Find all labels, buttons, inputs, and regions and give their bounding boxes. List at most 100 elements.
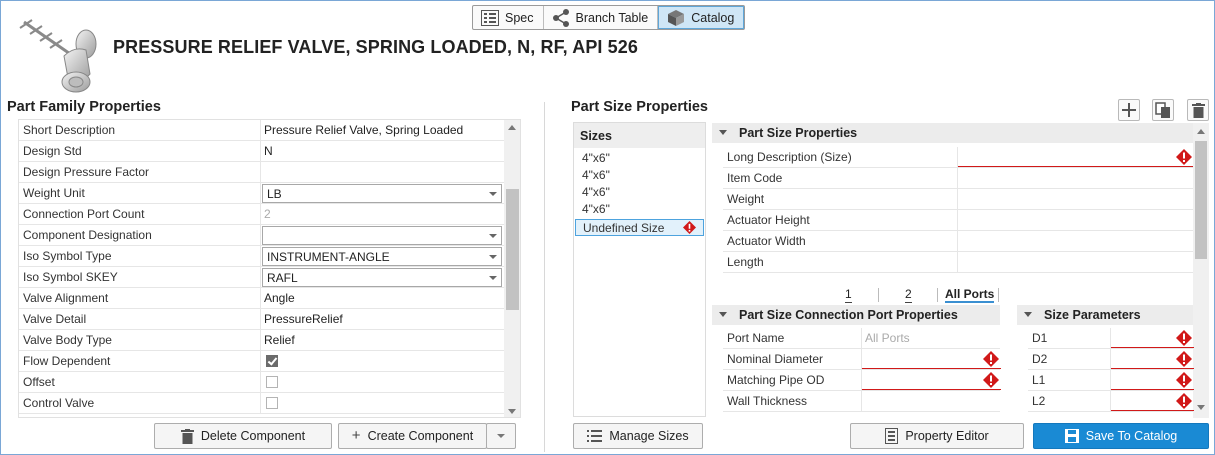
param-value-cell[interactable] bbox=[1110, 328, 1194, 349]
property-combo[interactable] bbox=[262, 226, 502, 245]
size-item[interactable]: 4"x6" bbox=[582, 168, 610, 182]
scroll-down-icon[interactable] bbox=[508, 409, 516, 414]
property-value: 2 bbox=[264, 207, 271, 221]
size-item[interactable]: 4"x6" bbox=[582, 185, 610, 199]
property-value-cell[interactable] bbox=[861, 391, 1000, 412]
chevron-down-icon[interactable] bbox=[489, 255, 497, 259]
property-row-valve-alignment: Valve Alignment Angle bbox=[19, 288, 504, 309]
size-property-row-actuator-height: Actuator Height bbox=[723, 210, 1193, 231]
placeholder-text: All Ports bbox=[865, 331, 910, 345]
property-value-cell[interactable] bbox=[957, 147, 1194, 168]
param-name: L2 bbox=[1032, 394, 1046, 408]
collapse-icon bbox=[719, 312, 727, 317]
add-size-button[interactable] bbox=[1118, 99, 1140, 121]
part-family-title: Part Family Properties bbox=[7, 99, 161, 115]
create-component-dropdown[interactable] bbox=[486, 423, 516, 449]
param-value-cell[interactable] bbox=[1110, 391, 1194, 412]
cube-icon bbox=[668, 9, 685, 26]
property-value-cell[interactable] bbox=[957, 189, 1193, 210]
error-icon bbox=[983, 372, 999, 388]
create-component-label: Create Component bbox=[367, 429, 474, 443]
scroll-down-icon[interactable] bbox=[1197, 405, 1205, 410]
param-value-cell[interactable] bbox=[1110, 349, 1194, 370]
property-value-cell[interactable] bbox=[861, 370, 1001, 391]
property-value-cell[interactable]: Angle bbox=[260, 288, 504, 309]
port-tab-all[interactable]: All Ports bbox=[945, 287, 995, 303]
property-name: Nominal Diameter bbox=[727, 352, 824, 366]
tab-branch-table-label: Branch Table bbox=[575, 10, 649, 25]
group-title: Part Size Properties bbox=[739, 126, 858, 140]
scroll-up-icon[interactable] bbox=[1197, 129, 1205, 134]
port-tab-2[interactable]: 2 bbox=[905, 287, 912, 303]
property-row-design-std: Design Std N bbox=[19, 141, 504, 162]
property-value-cell[interactable]: PressureRelief bbox=[260, 309, 504, 330]
scroll-thumb[interactable] bbox=[506, 189, 519, 310]
panel-splitter[interactable] bbox=[544, 102, 545, 452]
copy-size-button[interactable] bbox=[1152, 99, 1174, 121]
error-icon bbox=[1176, 372, 1192, 388]
property-value-cell[interactable] bbox=[957, 252, 1193, 273]
property-value-cell[interactable]: RAFL bbox=[260, 267, 504, 288]
collapse-icon bbox=[719, 130, 727, 135]
property-value-cell[interactable] bbox=[260, 393, 504, 414]
tab-spec-label: Spec bbox=[505, 10, 534, 25]
param-value-cell[interactable] bbox=[1110, 370, 1194, 391]
tab-spec[interactable]: Spec bbox=[473, 6, 544, 29]
property-name: Iso Symbol Type bbox=[23, 249, 112, 263]
error-icon bbox=[1176, 330, 1192, 346]
chevron-down-icon[interactable] bbox=[489, 234, 497, 238]
tab-branch-table[interactable]: Branch Table bbox=[544, 6, 659, 29]
manage-sizes-button[interactable]: Manage Sizes bbox=[573, 423, 703, 449]
part-family-grid: Short Description Pressure Relief Valve, … bbox=[18, 119, 521, 418]
property-value-cell[interactable]: N bbox=[260, 141, 504, 162]
size-item-undefined[interactable]: Undefined Size bbox=[575, 219, 704, 236]
scroll-thumb[interactable] bbox=[1195, 141, 1207, 259]
property-value-cell[interactable] bbox=[260, 162, 504, 183]
property-value-cell[interactable]: Relief bbox=[260, 330, 504, 351]
chevron-down-icon[interactable] bbox=[489, 192, 497, 196]
property-value-cell[interactable]: Pressure Relief Valve, Spring Loaded bbox=[260, 120, 504, 141]
chevron-down-icon[interactable] bbox=[489, 276, 497, 280]
part-size-scrollbar[interactable] bbox=[1193, 123, 1209, 418]
property-combo[interactable]: RAFL bbox=[262, 268, 502, 287]
delete-component-button[interactable]: Delete Component bbox=[154, 423, 332, 449]
property-value-cell[interactable] bbox=[957, 210, 1193, 231]
size-item[interactable]: 4"x6" bbox=[582, 202, 610, 216]
property-value-cell[interactable] bbox=[260, 225, 504, 246]
tab-catalog[interactable]: Catalog bbox=[658, 6, 745, 29]
size-item[interactable]: 4"x6" bbox=[582, 151, 610, 165]
size-property-row-long-description-size-: Long Description (Size) bbox=[723, 147, 1194, 168]
property-value-cell[interactable]: All Ports bbox=[861, 328, 1000, 349]
part-family-scrollbar[interactable] bbox=[504, 120, 520, 417]
property-checkbox[interactable] bbox=[266, 376, 278, 388]
property-value-cell[interactable] bbox=[957, 231, 1193, 252]
property-value: Pressure Relief Valve, Spring Loaded bbox=[264, 123, 464, 137]
property-value-cell[interactable]: 2 bbox=[260, 204, 504, 225]
property-value-cell[interactable]: LB bbox=[260, 183, 504, 204]
create-component-button[interactable]: + Create Component bbox=[338, 423, 487, 449]
property-checkbox[interactable] bbox=[266, 355, 278, 367]
scroll-up-icon[interactable] bbox=[508, 125, 516, 130]
property-value-cell[interactable] bbox=[260, 351, 504, 372]
connection-port-header[interactable]: Part Size Connection Port Properties bbox=[712, 305, 1000, 325]
property-row-valve-body-type: Valve Body Type Relief bbox=[19, 330, 504, 351]
property-editor-button[interactable]: Property Editor bbox=[850, 423, 1024, 449]
tab-catalog-label: Catalog bbox=[691, 10, 735, 25]
size-parameters-header[interactable]: Size Parameters bbox=[1017, 305, 1193, 325]
property-value-cell[interactable] bbox=[861, 349, 1001, 370]
property-value-cell[interactable] bbox=[957, 168, 1193, 189]
property-name: Weight bbox=[727, 192, 765, 206]
property-value: PressureRelief bbox=[264, 312, 343, 326]
property-combo[interactable]: INSTRUMENT-ANGLE bbox=[262, 247, 502, 266]
delete-size-button[interactable] bbox=[1187, 99, 1209, 121]
part-size-properties-header[interactable]: Part Size Properties bbox=[712, 123, 1209, 143]
save-to-catalog-button[interactable]: Save To Catalog bbox=[1033, 423, 1209, 449]
property-combo[interactable]: LB bbox=[262, 184, 502, 203]
param-name: L1 bbox=[1032, 373, 1046, 387]
property-checkbox[interactable] bbox=[266, 397, 278, 409]
property-value-cell[interactable]: INSTRUMENT-ANGLE bbox=[260, 246, 504, 267]
connection-row-port-name: Port Name All Ports bbox=[723, 328, 1000, 349]
port-tab-divider bbox=[998, 288, 999, 302]
property-value-cell[interactable] bbox=[260, 372, 504, 393]
port-tab-1[interactable]: 1 bbox=[845, 287, 852, 303]
